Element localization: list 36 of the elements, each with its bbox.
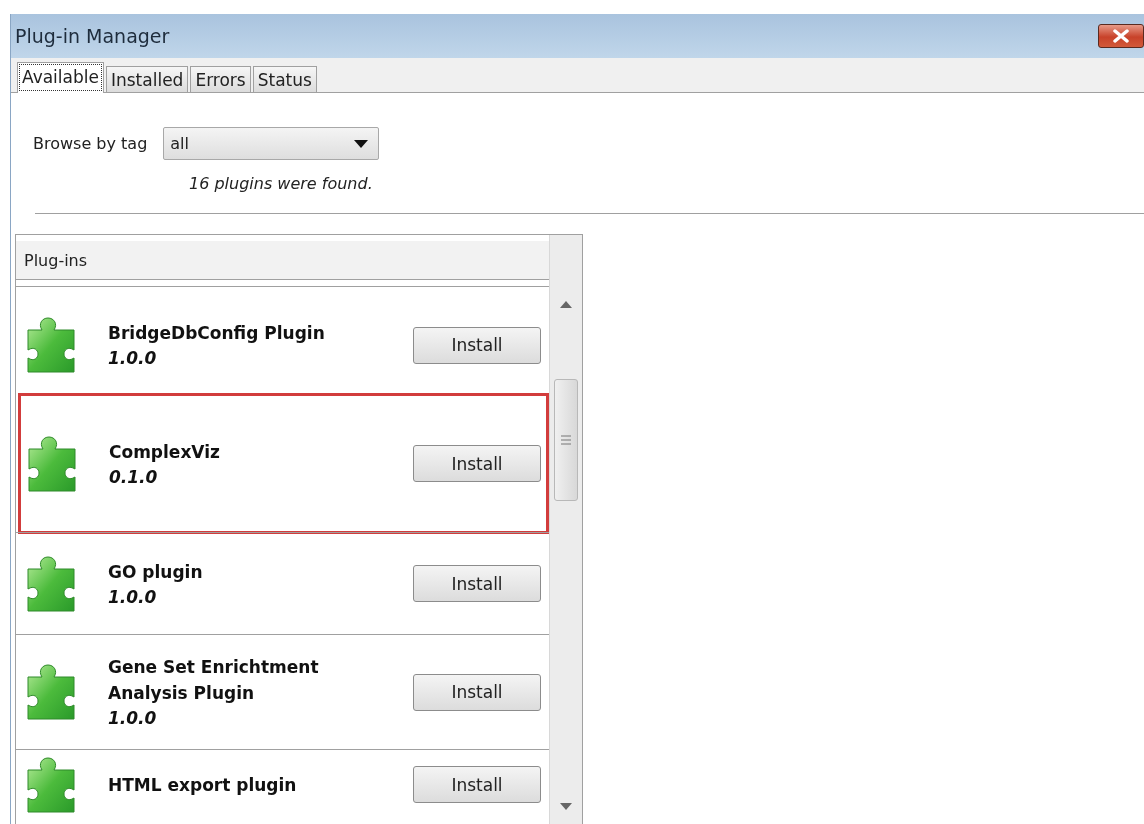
plugin-name: BridgeDbConfig Plugin bbox=[108, 322, 326, 345]
close-button[interactable] bbox=[1098, 24, 1144, 48]
install-button[interactable]: Install bbox=[413, 445, 541, 482]
install-button[interactable]: Install bbox=[413, 673, 541, 711]
plugin-name: ComplexViz bbox=[109, 440, 221, 464]
plugin-version: 1.0.0 bbox=[108, 707, 158, 730]
scrollbar[interactable] bbox=[549, 235, 582, 824]
plugin-name: Gene Set Enrichtment Analysis Plugin bbox=[108, 656, 320, 705]
tab[interactable]: Installed bbox=[105, 66, 189, 92]
tag-dropdown[interactable]: all bbox=[163, 127, 380, 160]
plugin-row[interactable]: Gene Set Enrichtment Analysis Plugin 1.0.0 Install bbox=[16, 634, 549, 749]
plugin-version: 1.0.0 bbox=[108, 347, 158, 370]
tab[interactable]: Available bbox=[17, 62, 104, 93]
plugin-version: 1.0.0 bbox=[108, 585, 158, 609]
list-header: Plug-ins bbox=[16, 241, 549, 280]
install-button[interactable]: Install bbox=[413, 766, 541, 803]
scroll-down-icon bbox=[560, 803, 572, 810]
tab[interactable]: Errors bbox=[190, 66, 251, 92]
plugin-row[interactable]: BridgeDbConfig Plugin 1.0.0 Install bbox=[16, 286, 549, 403]
grip-icon bbox=[561, 435, 571, 445]
scroll-up-icon bbox=[560, 301, 572, 308]
scroll-thumb[interactable] bbox=[554, 379, 578, 501]
install-button[interactable]: Install bbox=[413, 565, 541, 602]
plugin-name: GO plugin bbox=[108, 560, 204, 584]
plugin-row[interactable]: HTML export plugin Install bbox=[16, 749, 549, 819]
result-count: 16 plugins were found. bbox=[189, 174, 374, 193]
highlighted-plugin-row[interactable]: ComplexViz 0.1.0 Install bbox=[18, 393, 549, 534]
plugin-row[interactable]: GO plugin 1.0.0 Install bbox=[16, 532, 549, 634]
close-icon bbox=[1113, 29, 1129, 43]
browse-label: Browse by tag bbox=[33, 134, 148, 153]
install-button[interactable]: Install bbox=[413, 326, 541, 364]
window-title: Plug-in Manager bbox=[15, 25, 170, 47]
caret-icon bbox=[354, 139, 369, 148]
plugin-name: HTML export plugin bbox=[108, 773, 298, 797]
plugin-version: 0.1.0 bbox=[109, 465, 159, 489]
tab[interactable]: Status bbox=[252, 66, 317, 92]
